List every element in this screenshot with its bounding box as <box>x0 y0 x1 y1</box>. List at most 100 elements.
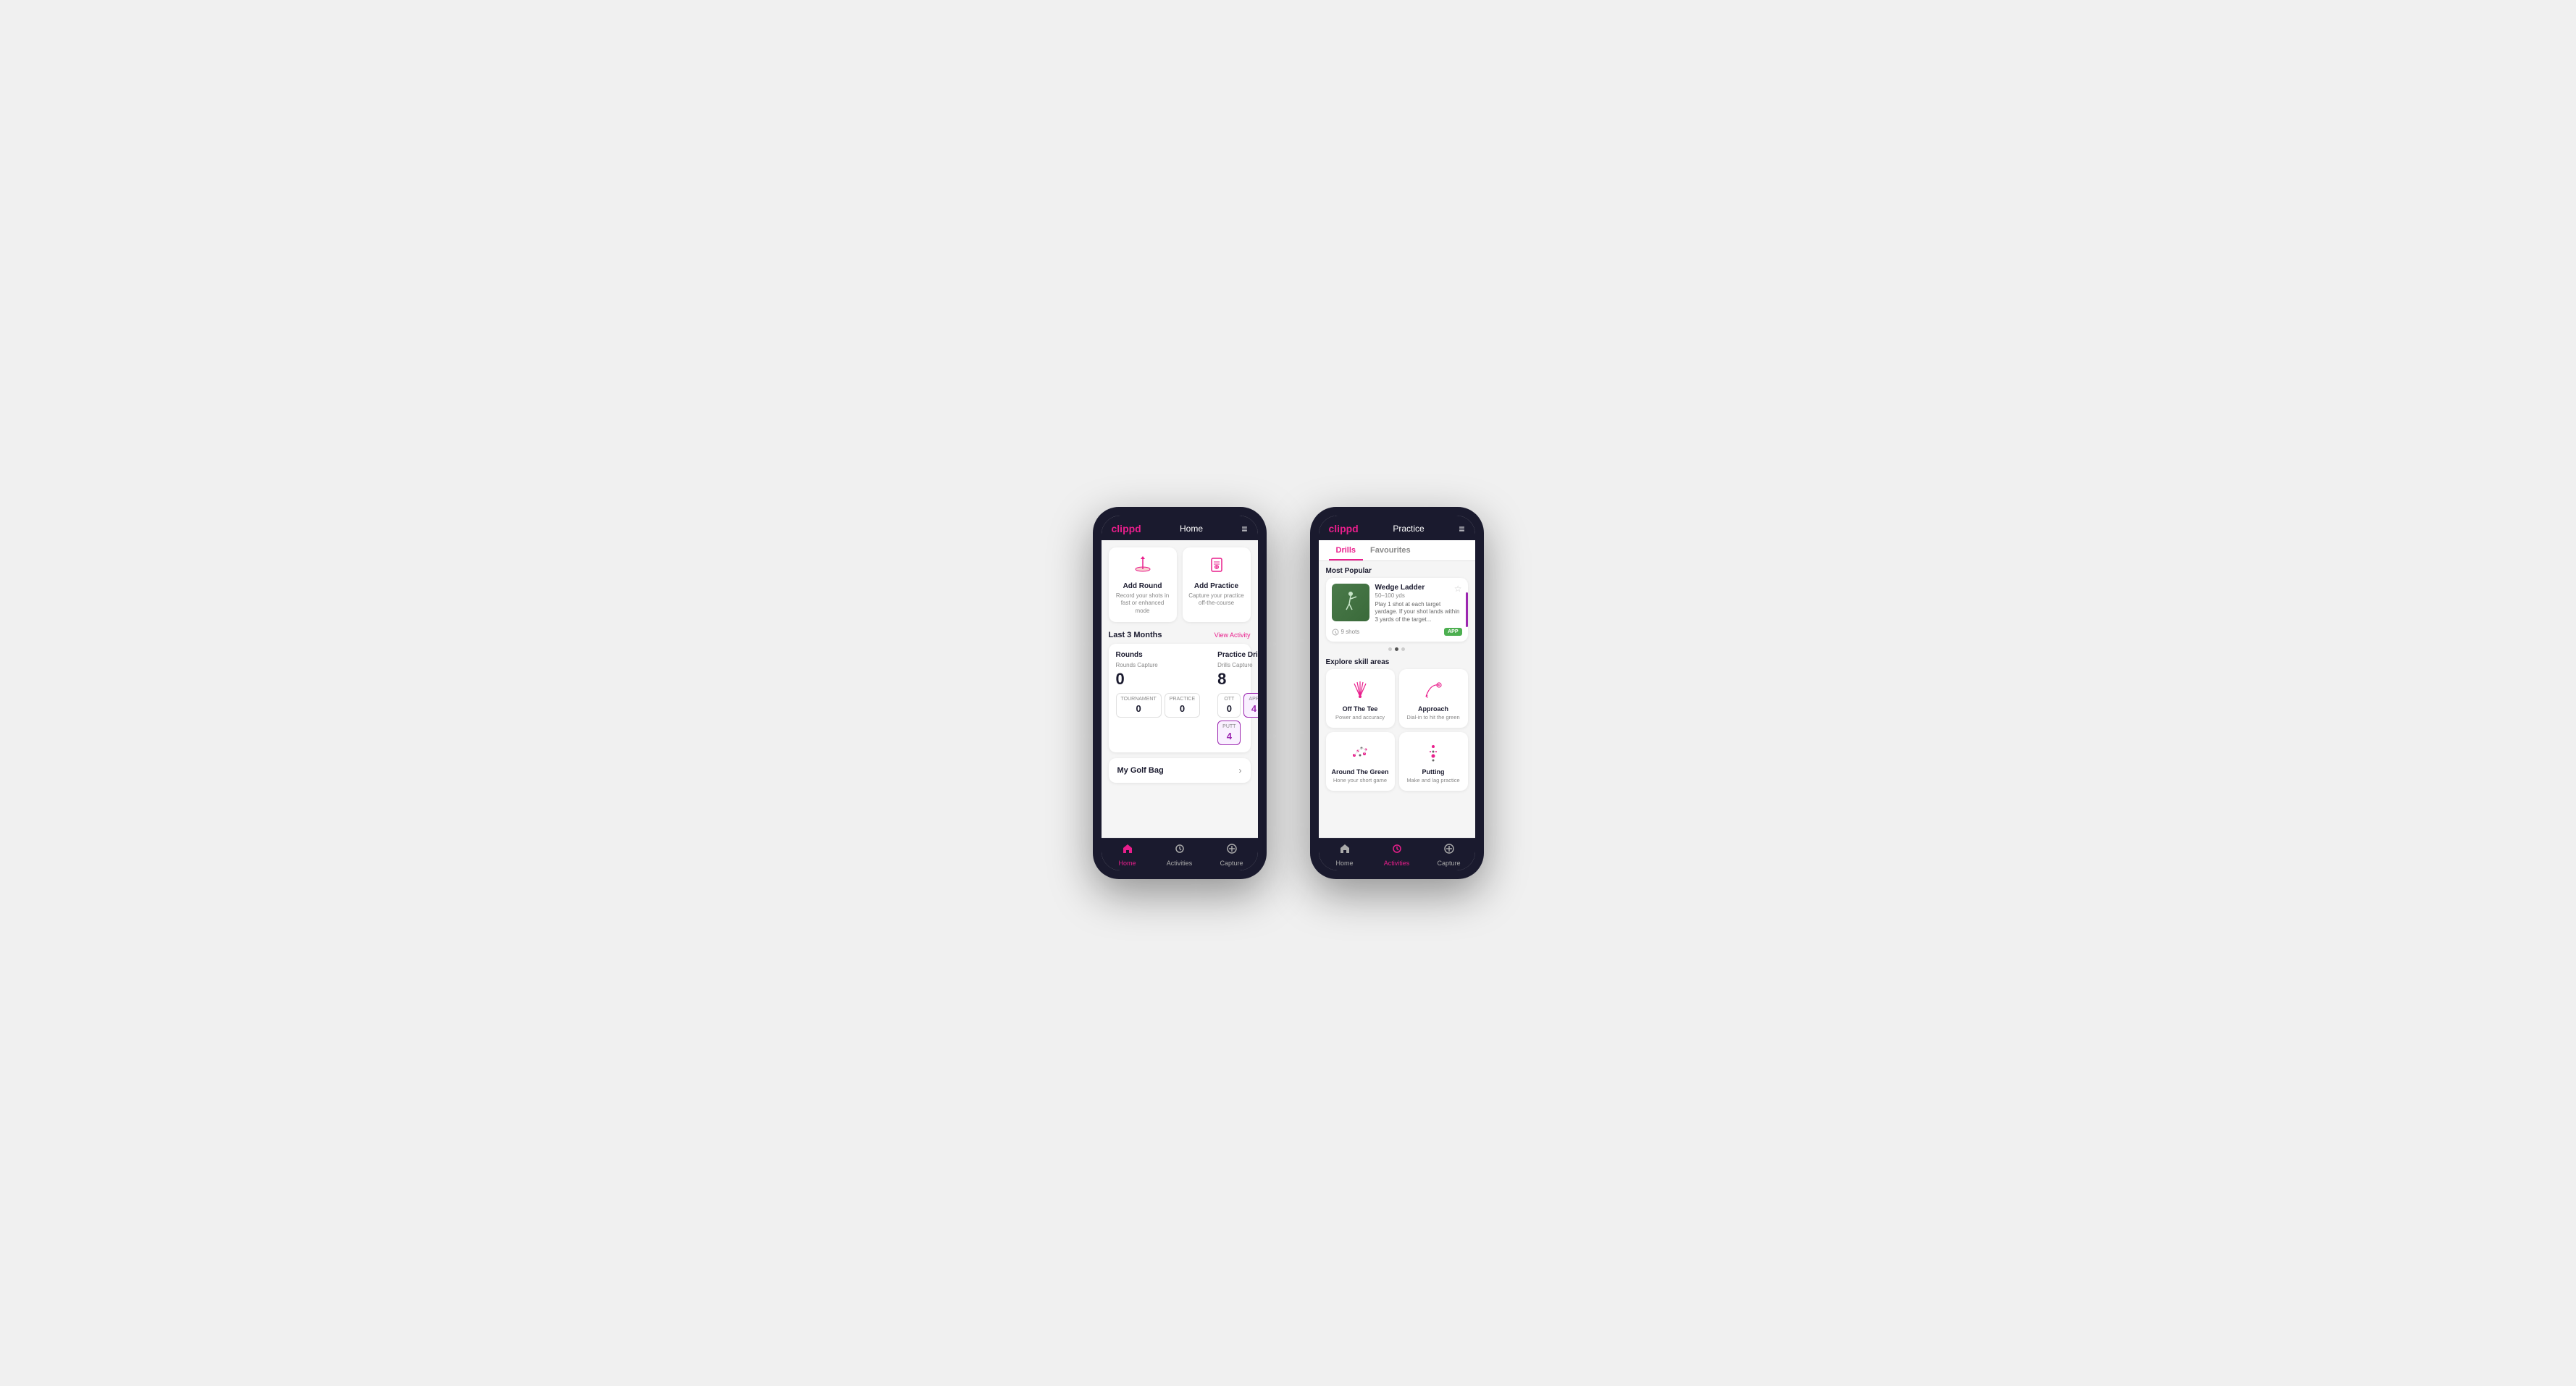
drill-thumb-img <box>1332 584 1369 621</box>
activity-section-header: Last 3 Months View Activity <box>1102 628 1258 644</box>
capture-nav-label: Capture <box>1220 860 1243 867</box>
drill-desc: Play 1 shot at each target yardage. If y… <box>1375 601 1462 623</box>
practice-nav-activities[interactable]: Activities <box>1371 839 1423 870</box>
putt-box: PUTT 4 <box>1217 721 1241 745</box>
add-round-desc: Record your shots in fast or enhanced mo… <box>1115 592 1171 615</box>
nav-capture[interactable]: Capture <box>1206 839 1258 870</box>
add-practice-icon <box>1188 555 1245 579</box>
rounds-total: 0 <box>1116 670 1201 689</box>
drills-grid: OTT 0 APP 4 ARG 0 <box>1217 693 1257 745</box>
tournament-label: Tournament <box>1121 697 1157 702</box>
add-round-title: Add Round <box>1115 582 1171 590</box>
view-activity-link[interactable]: View Activity <box>1214 631 1251 639</box>
add-round-card[interactable]: Add Round Record your shots in fast or e… <box>1109 547 1177 622</box>
add-practice-card[interactable]: Add Practice Capture your practice off-t… <box>1183 547 1251 622</box>
add-round-icon <box>1115 555 1171 579</box>
add-practice-desc: Capture your practice off-the-course <box>1188 592 1245 608</box>
dot-2 <box>1395 647 1398 651</box>
add-practice-title: Add Practice <box>1188 582 1245 590</box>
rounds-capture-label: Rounds Capture <box>1116 662 1201 668</box>
practice-capture-label: Capture <box>1437 860 1460 867</box>
app-label: APP <box>1249 697 1257 702</box>
tab-drills[interactable]: Drills <box>1329 540 1364 560</box>
ott-val: 0 <box>1222 703 1235 714</box>
dot-3 <box>1401 647 1405 651</box>
skill-putting[interactable]: Putting Make and lag practice <box>1399 732 1468 791</box>
drill-thumbnail <box>1332 584 1369 621</box>
off-the-tee-name: Off The Tee <box>1332 705 1389 713</box>
around-the-green-name: Around The Green <box>1332 768 1389 776</box>
app-badge: APP <box>1444 628 1461 636</box>
nav-activities[interactable]: Activities <box>1154 839 1206 870</box>
drill-shots: 9 shots <box>1332 629 1360 636</box>
around-the-green-desc: Hone your short game <box>1332 777 1389 784</box>
dot-1 <box>1388 647 1392 651</box>
practice-nav-capture[interactable]: Capture <box>1423 839 1475 870</box>
approach-desc: Dial-in to hit the green <box>1405 714 1462 721</box>
drill-footer: 9 shots APP <box>1332 628 1462 636</box>
around-the-green-icon <box>1347 739 1373 765</box>
app-box: APP 4 <box>1243 693 1257 718</box>
golf-bag-card[interactable]: My Golf Bag › <box>1109 758 1251 783</box>
rounds-title: Rounds <box>1116 651 1201 659</box>
practice-menu-icon[interactable]: ≡ <box>1459 523 1464 534</box>
putting-name: Putting <box>1405 768 1462 776</box>
menu-icon[interactable]: ≡ <box>1241 523 1247 534</box>
putting-icon <box>1420 739 1446 765</box>
practice-activities-label: Activities <box>1384 860 1410 867</box>
practice-logo: clippd <box>1329 523 1359 534</box>
home-nav-icon <box>1122 843 1133 858</box>
dot-indicators <box>1319 644 1475 654</box>
home-header: clippd Home ≡ <box>1102 516 1258 540</box>
putt-val: 4 <box>1222 731 1235 742</box>
practice-val: 0 <box>1170 703 1195 714</box>
practice-activities-icon <box>1391 843 1403 858</box>
tab-favourites[interactable]: Favourites <box>1363 540 1418 560</box>
golf-bag-label: My Golf Bag <box>1117 766 1164 775</box>
drills-capture-label: Drills Capture <box>1217 662 1257 668</box>
home-nav-label: Home <box>1118 860 1136 867</box>
skill-around-the-green[interactable]: Around The Green Hone your short game <box>1326 732 1395 791</box>
practice-bottom-nav: Home Activities Capture <box>1319 838 1475 870</box>
skill-approach[interactable]: Approach Dial-in to hit the green <box>1399 669 1468 728</box>
most-popular-label: Most Popular <box>1319 561 1475 578</box>
approach-icon <box>1420 676 1446 702</box>
practice-header: clippd Practice ≡ <box>1319 516 1475 540</box>
activities-nav-label: Activities <box>1167 860 1193 867</box>
practice-title: Practice <box>1393 524 1424 534</box>
rounds-grid: Tournament 0 Practice 0 <box>1116 693 1201 718</box>
featured-drill-card[interactable]: Wedge Ladder 50–100 yds Play 1 shot at e… <box>1326 578 1468 642</box>
drills-col: Practice Drills Drills Capture 8 OTT 0 A… <box>1217 651 1257 745</box>
ott-label: OTT <box>1222 697 1235 702</box>
drill-name: Wedge Ladder <box>1375 584 1462 592</box>
practice-nav-home[interactable]: Home <box>1319 839 1371 870</box>
practice-home-label: Home <box>1335 860 1353 867</box>
practice-content: Drills Favourites Most Popular <box>1319 540 1475 838</box>
practice-capture-icon <box>1443 843 1455 858</box>
skill-grid: Off The Tee Power and accuracy <box>1319 669 1475 797</box>
right-indicator <box>1466 592 1468 627</box>
drills-title: Practice Drills <box>1217 651 1257 659</box>
drills-total: 8 <box>1217 670 1257 689</box>
off-the-tee-desc: Power and accuracy <box>1332 714 1389 721</box>
practice-box: Practice 0 <box>1165 693 1200 718</box>
nav-home[interactable]: Home <box>1102 839 1154 870</box>
tournament-val: 0 <box>1121 703 1157 714</box>
putt-label: PUTT <box>1222 724 1235 729</box>
skill-off-the-tee[interactable]: Off The Tee Power and accuracy <box>1326 669 1395 728</box>
quick-actions: Add Round Record your shots in fast or e… <box>1102 540 1258 628</box>
logo: clippd <box>1112 523 1141 534</box>
off-the-tee-icon <box>1347 676 1373 702</box>
featured-card-inner: Wedge Ladder 50–100 yds Play 1 shot at e… <box>1332 584 1462 623</box>
home-bottom-nav: Home Activities Capture <box>1102 838 1258 870</box>
rounds-col: Rounds Rounds Capture 0 Tournament 0 Pra… <box>1116 651 1201 745</box>
ott-box: OTT 0 <box>1217 693 1241 718</box>
capture-nav-icon <box>1226 843 1238 858</box>
fav-star-icon[interactable]: ☆ <box>1454 584 1462 594</box>
app-val: 4 <box>1249 703 1257 714</box>
tournament-box: Tournament 0 <box>1116 693 1162 718</box>
activities-nav-icon <box>1174 843 1186 858</box>
practice-label: Practice <box>1170 697 1195 702</box>
home-content: Add Round Record your shots in fast or e… <box>1102 540 1258 838</box>
drill-yardage: 50–100 yds <box>1375 592 1462 599</box>
